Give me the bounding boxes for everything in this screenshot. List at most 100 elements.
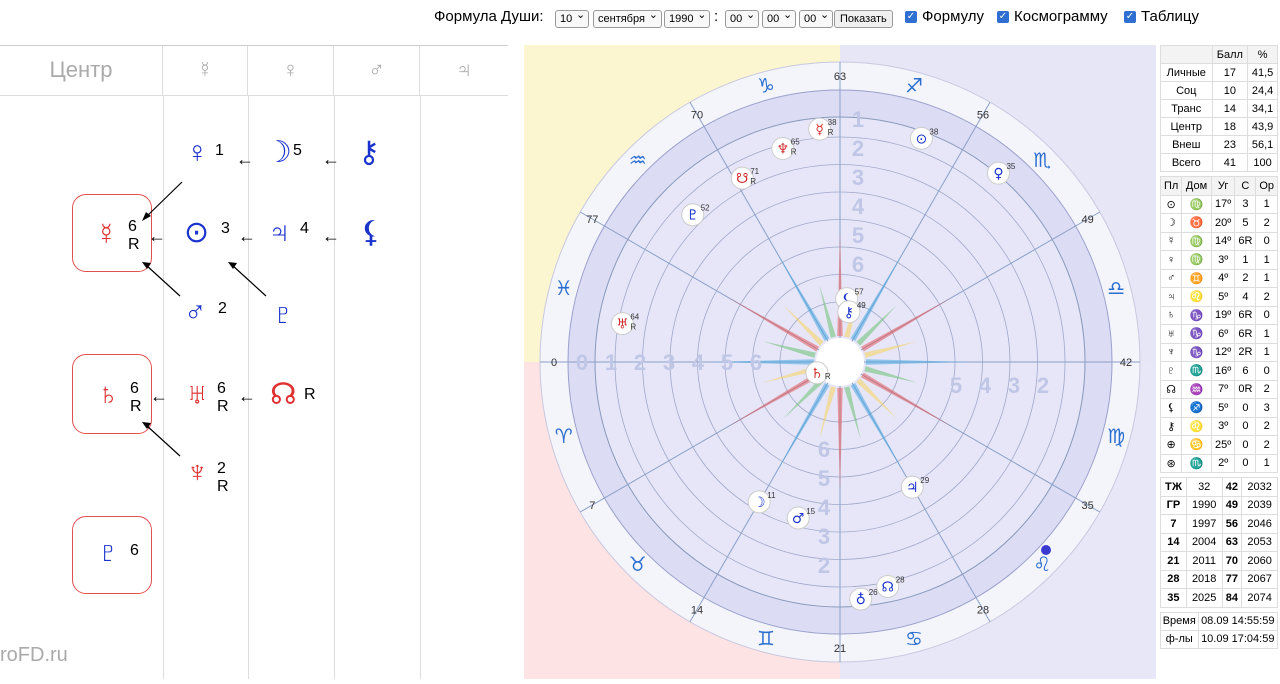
degree-label: 0 [551, 357, 557, 369]
planet-row-cell: 2 [1255, 416, 1278, 436]
saturn-retro: R [130, 398, 142, 415]
second-select[interactable]: 00 [799, 7, 834, 28]
year-row-cell: 2039 [1241, 495, 1278, 515]
degree-label: 35 [1082, 500, 1094, 512]
planet-row-cell: 4º [1210, 268, 1236, 288]
year-row: 14 2004 63 2053 [1160, 532, 1278, 552]
planet-row: ⊕ ♋ 25º 0 2 [1159, 435, 1278, 455]
planet-row-cell: 6º [1210, 324, 1236, 344]
planet-degree: 64 [630, 313, 639, 322]
planet-row-cell: 2º [1210, 453, 1236, 473]
planet-row-cell: ♇ [1159, 361, 1183, 381]
time-table: Время 08.09 14:55:59 ф-лы 10.09 17:04:59 [1160, 611, 1279, 649]
year-row-cell: 42 [1221, 477, 1243, 497]
planet-glyph-icon: ⚷ [844, 305, 854, 321]
planet-row-cell: ♍ [1181, 194, 1212, 214]
planet-degree: 28 [896, 575, 905, 584]
planets-header-cell: Ор [1255, 176, 1278, 196]
planet-row-cell: ☊ [1159, 379, 1183, 399]
year-row-cell: 77 [1221, 569, 1243, 589]
planet-glyph-icon: ♄ [811, 366, 824, 382]
planet-degree: 52 [701, 204, 710, 213]
sign-glyph-icon: ♌ [1033, 552, 1051, 576]
planet-row-cell: 6R [1234, 305, 1257, 325]
planet-degree: 49 [857, 301, 866, 310]
position-dot-icon [1041, 545, 1051, 555]
degree-label: 70 [691, 109, 703, 121]
table-checkbox-label[interactable]: Таблицу [1141, 8, 1199, 25]
planet-row-cell: ♍ [1181, 231, 1212, 251]
year-row-cell: 2046 [1241, 514, 1278, 534]
summary-row-cell: 41 [1211, 153, 1249, 172]
sign-glyph-icon: ♍ [1107, 424, 1125, 448]
house-number-bottom: 4 [818, 495, 831, 520]
minute-select[interactable]: 00 [762, 7, 797, 28]
summary-row: Транс 14 34,1 [1160, 99, 1278, 118]
house-number-top: 5 [852, 223, 864, 248]
uranus-icon: ♅ [186, 378, 209, 411]
planet-row-cell: 4 [1234, 287, 1257, 307]
planet-glyph-icon: ♆ [777, 142, 790, 158]
planet-row-cell: 1 [1255, 453, 1278, 473]
planet-row: ♆ ♑ 12º 2R 1 [1159, 342, 1278, 362]
house-number-top: 1 [852, 107, 864, 132]
degree-label: 49 [1082, 214, 1094, 226]
planet-glyph-icon: ☽ [753, 495, 766, 511]
formula-checkbox-label[interactable]: Формулу [922, 8, 984, 25]
summary-row-cell: 56,1 [1247, 135, 1278, 154]
summary-row-cell: Всего [1160, 153, 1213, 172]
house-number-bottom: 6 [818, 437, 830, 462]
top-toolbar: Формула Души: 10 сентября 1990 : 00 00 0… [0, 0, 1280, 36]
planet-glyph-icon: ♂ [792, 511, 805, 527]
saturn-icon: ♄ [97, 378, 120, 411]
planet-glyph-icon: ♅ [616, 317, 629, 333]
planet-row-cell: ☿ [1159, 231, 1183, 251]
time-row: ф-лы 10.09 17:04:59 [1160, 629, 1279, 649]
house-number-right: 3 [1008, 373, 1020, 398]
planet-row: ♇ ♏ 16º 6 0 [1159, 361, 1278, 381]
summary-row-cell: Соц [1160, 81, 1213, 100]
planet-degree: 29 [920, 476, 929, 485]
month-select[interactable]: сентября [593, 7, 662, 28]
planet-row-cell: 7º [1210, 379, 1236, 399]
planet-row: ⚸ ♐ 5º 0 3 [1159, 398, 1278, 418]
summary-row-cell: Внеш [1160, 135, 1213, 154]
planet-row-cell: ♒ [1181, 379, 1212, 399]
planet-row-cell: ♃ [1159, 287, 1183, 307]
planet-row: ♂ ♊ 4º 2 1 [1159, 268, 1278, 288]
arrow-left-icon: ← [150, 386, 168, 406]
table-checkbox[interactable]: ✓ [1124, 11, 1136, 23]
summary-row-cell: 24,4 [1247, 81, 1278, 100]
summary-row-cell: 41,5 [1247, 63, 1278, 82]
planet-degree: 38 [828, 118, 837, 127]
planet-row-cell: 6R [1234, 231, 1257, 251]
uranus-house: 6 [217, 380, 226, 397]
cosmogram-checkbox[interactable]: ✓ [997, 11, 1009, 23]
show-button[interactable]: Показать [834, 10, 893, 28]
year-row: 35 2025 84 2074 [1160, 588, 1278, 608]
planet-row: ♄ ♑ 19º 6R 0 [1159, 305, 1278, 325]
year-row-cell: 2025 [1185, 588, 1223, 608]
formula-arrows [142, 181, 267, 457]
degree-label: 28 [977, 605, 989, 617]
year-row-cell: 2011 [1185, 551, 1223, 571]
planet-retro: R [791, 148, 797, 157]
planet-row: ☿ ♍ 14º 6R 0 [1159, 231, 1278, 251]
day-select[interactable]: 10 [555, 7, 590, 28]
planet-row-cell: ♂ [1159, 268, 1183, 288]
year-row-cell: ТЖ [1160, 477, 1187, 497]
year-select[interactable]: 1990 [664, 7, 711, 28]
summary-row: Личные 17 41,5 [1160, 63, 1278, 82]
hour-select[interactable]: 00 [725, 7, 760, 28]
planet-row-cell: 1 [1234, 250, 1257, 270]
summary-row-cell: 10 [1211, 81, 1249, 100]
pluto-icon: ♇ [97, 536, 120, 569]
planet-row-cell: ♌ [1181, 416, 1212, 436]
formula-checkbox[interactable]: ✓ [905, 11, 917, 23]
planet-row-cell: ☽ [1159, 213, 1183, 233]
house-number-top: 2 [852, 136, 864, 161]
cosmogram-checkbox-label[interactable]: Космограмму [1014, 8, 1108, 25]
house-number-bottom: 2 [818, 553, 830, 578]
house-number-top: 4 [852, 194, 865, 219]
planet-degree: 65 [791, 138, 800, 147]
